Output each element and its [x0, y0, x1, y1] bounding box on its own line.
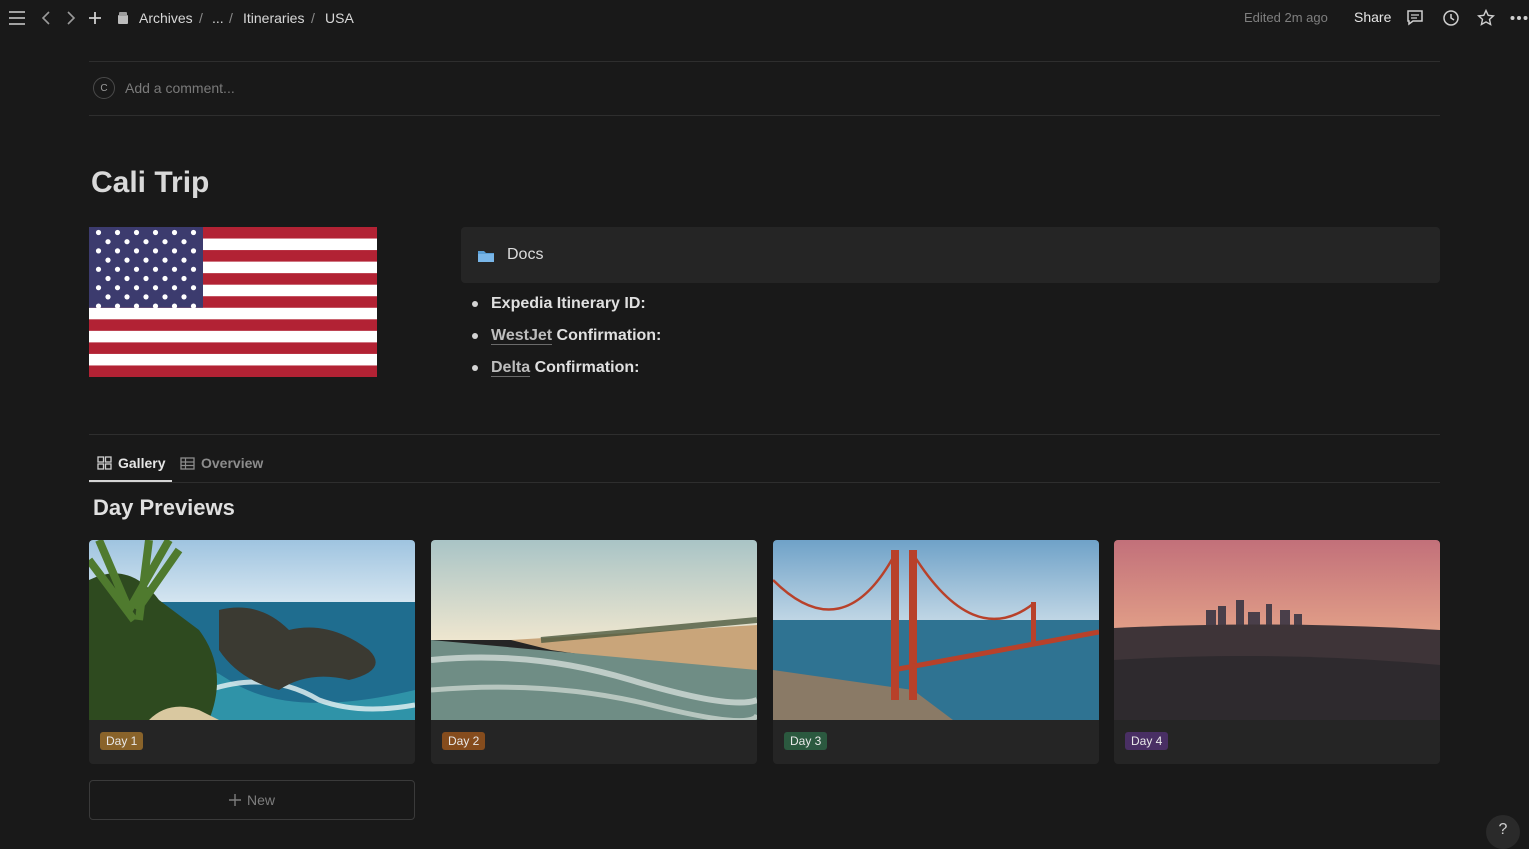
- breadcrumb-item-archives[interactable]: Archives: [139, 10, 193, 26]
- tab-overview-label: Overview: [201, 455, 264, 471]
- gallery-card-day-4[interactable]: Day 4: [1114, 540, 1440, 764]
- bullet-dot: [472, 365, 478, 371]
- more-options-icon[interactable]: [1509, 8, 1529, 28]
- city-skyline-image: [1114, 540, 1440, 720]
- docs-callout-label: Docs: [507, 246, 544, 263]
- breadcrumb-item-usa[interactable]: USA: [325, 10, 354, 26]
- bullet-dot: [472, 301, 478, 307]
- breadcrumb-item-ellipsis[interactable]: ...: [212, 10, 224, 26]
- bullet-dot: [472, 333, 478, 339]
- day-tag: Day 3: [784, 732, 828, 750]
- new-card-label: New: [246, 792, 275, 808]
- page-title[interactable]: Cali Trip: [91, 166, 209, 200]
- day-tag: Day 4: [1125, 732, 1169, 750]
- day-tag: Day 1: [100, 732, 144, 750]
- add-page-icon[interactable]: [85, 8, 105, 28]
- list-item-text: Expedia Itinerary ID:: [491, 295, 646, 312]
- help-button[interactable]: ?: [1486, 815, 1520, 849]
- divider: [89, 61, 1440, 62]
- add-comment-input[interactable]: Add a comment...: [125, 80, 235, 96]
- breadcrumb-separator: /: [229, 10, 233, 26]
- list-item-text: Confirmation:: [530, 359, 640, 376]
- gallery-heading: Day Previews: [93, 495, 235, 520]
- list-item: WestJet Confirmation:: [491, 327, 661, 345]
- plus-icon: [228, 794, 241, 806]
- westjet-link[interactable]: WestJet: [491, 327, 553, 345]
- coast-waterfall-image: [89, 540, 415, 720]
- golden-gate-image: [773, 540, 1099, 720]
- tab-gallery[interactable]: Gallery: [97, 455, 165, 471]
- list-item: Delta Confirmation:: [491, 359, 639, 377]
- gallery-card-day-2[interactable]: Day 2: [431, 540, 757, 764]
- list-item: Expedia Itinerary ID:: [491, 295, 646, 313]
- last-edited-text: Edited 2m ago: [1244, 10, 1328, 25]
- breadcrumb-separator: /: [311, 10, 315, 26]
- new-card-button[interactable]: New: [89, 780, 415, 820]
- comments-icon[interactable]: [1405, 8, 1425, 28]
- folder-icon: [477, 248, 495, 269]
- back-arrow-icon[interactable]: [36, 8, 56, 28]
- history-clock-icon[interactable]: [1441, 8, 1461, 28]
- day-tag: Day 2: [442, 732, 486, 750]
- us-flag-image: [89, 227, 377, 377]
- tab-overview[interactable]: Overview: [180, 455, 263, 471]
- table-icon: [180, 456, 195, 470]
- divider: [89, 482, 1440, 483]
- share-button[interactable]: Share: [1354, 9, 1391, 25]
- delta-link[interactable]: Delta: [491, 359, 531, 377]
- breadcrumb-item-itineraries[interactable]: Itineraries: [243, 10, 304, 26]
- breadcrumb-separator: /: [199, 10, 203, 26]
- gallery-card-day-1[interactable]: Day 1: [89, 540, 415, 764]
- gallery-grid-icon: [97, 456, 112, 470]
- forward-arrow-icon[interactable]: [61, 8, 81, 28]
- top-bar: Archives / ... / Itineraries / USA Edite…: [0, 0, 1529, 36]
- gallery-card-day-3[interactable]: Day 3: [773, 540, 1099, 764]
- list-item-text: Confirmation:: [552, 327, 662, 344]
- beach-image: [431, 540, 757, 720]
- divider: [89, 115, 1440, 116]
- sidebar-menu-icon[interactable]: [7, 8, 27, 28]
- tab-gallery-label: Gallery: [118, 455, 166, 471]
- favorite-star-icon[interactable]: [1476, 8, 1496, 28]
- docs-callout[interactable]: [461, 227, 1440, 283]
- avatar: C: [93, 77, 115, 99]
- divider: [89, 434, 1440, 435]
- archive-box-icon: [113, 8, 133, 28]
